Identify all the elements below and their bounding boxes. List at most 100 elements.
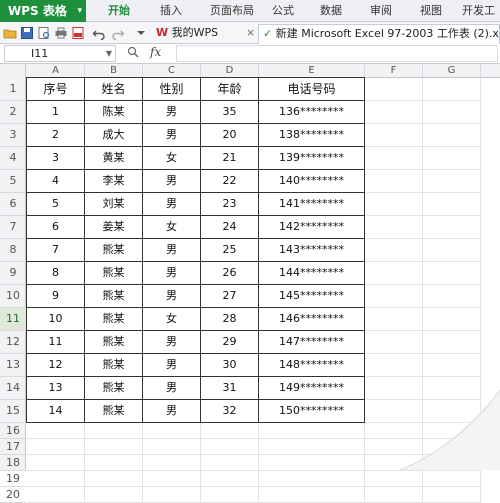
table-cell[interactable]: 25 — [201, 239, 259, 262]
table-cell[interactable] — [365, 308, 423, 331]
table-cell[interactable]: 成大 — [85, 124, 143, 147]
select-all-corner[interactable] — [0, 64, 26, 78]
table-cell[interactable]: 熊某 — [85, 308, 143, 331]
table-cell[interactable]: 熊某 — [85, 377, 143, 400]
table-cell[interactable]: 3 — [27, 147, 85, 170]
table-cell[interactable]: 29 — [201, 331, 259, 354]
table-cell[interactable]: 13 — [27, 377, 85, 400]
table-cell[interactable] — [423, 354, 481, 377]
table-cell[interactable] — [259, 487, 365, 503]
table-cell[interactable]: 5 — [27, 193, 85, 216]
column-header-a[interactable]: A — [27, 64, 85, 78]
row-header[interactable]: 17 — [0, 439, 26, 455]
row-header[interactable]: 1 — [0, 78, 26, 101]
table-cell[interactable]: 21 — [201, 147, 259, 170]
column-header-d[interactable]: D — [201, 64, 259, 78]
open-folder-icon[interactable] — [3, 26, 17, 40]
table-cell[interactable]: 4 — [27, 170, 85, 193]
table-cell[interactable]: 14 — [27, 400, 85, 423]
menu-item-developer[interactable]: 开发工 — [462, 0, 495, 22]
row-header[interactable]: 10 — [0, 285, 26, 308]
table-cell[interactable]: 142******** — [259, 216, 365, 239]
table-cell[interactable] — [423, 262, 481, 285]
spreadsheet-grid[interactable]: A B C D E F G 1 2 3 4 5 6 7 8 9 10 11 12 13 14 15 16 17 1… — [0, 64, 500, 503]
table-cell[interactable] — [365, 193, 423, 216]
table-cell[interactable]: 女 — [143, 147, 201, 170]
row-header[interactable]: 6 — [0, 193, 26, 216]
row-header[interactable]: 12 — [0, 331, 26, 354]
table-cell[interactable]: 陈某 — [85, 101, 143, 124]
table-cell[interactable]: 熊某 — [85, 354, 143, 377]
table-cell[interactable]: 145******** — [259, 285, 365, 308]
table-cell[interactable]: 31 — [201, 377, 259, 400]
table-cell[interactable]: 8 — [27, 262, 85, 285]
undo-icon[interactable] — [92, 26, 106, 41]
table-cell[interactable]: 2 — [27, 124, 85, 147]
table-cell[interactable]: 男 — [143, 124, 201, 147]
table-cell[interactable] — [423, 78, 481, 101]
table-cell[interactable]: 28 — [201, 308, 259, 331]
row-header[interactable]: 2 — [0, 101, 26, 124]
menu-item-data[interactable]: 数据 — [320, 0, 342, 22]
table-cell[interactable] — [201, 487, 259, 503]
table-cell[interactable]: 139******** — [259, 147, 365, 170]
table-cell[interactable]: 20 — [201, 124, 259, 147]
search-icon[interactable] — [127, 46, 139, 61]
column-header-e[interactable]: E — [259, 64, 365, 78]
row-header[interactable]: 16 — [0, 423, 26, 439]
table-cell[interactable]: 7 — [27, 239, 85, 262]
table-cell[interactable] — [365, 170, 423, 193]
column-header-c[interactable]: C — [143, 64, 201, 78]
menu-item-page-layout[interactable]: 页面布局 — [210, 0, 254, 22]
table-cell[interactable] — [85, 439, 143, 455]
row-header[interactable]: 4 — [0, 147, 26, 170]
table-cell[interactable] — [365, 331, 423, 354]
table-header-cell[interactable]: 姓名 — [85, 78, 143, 101]
row-header[interactable]: 7 — [0, 216, 26, 239]
table-cell[interactable]: 150******** — [259, 400, 365, 423]
table-cell[interactable]: 男 — [143, 331, 201, 354]
table-cell[interactable]: 黄某 — [85, 147, 143, 170]
row-header[interactable]: 11 — [0, 308, 26, 331]
table-cell[interactable]: 男 — [143, 377, 201, 400]
table-cell[interactable] — [365, 101, 423, 124]
table-cell[interactable]: 熊某 — [85, 239, 143, 262]
table-cell[interactable]: 143******** — [259, 239, 365, 262]
table-cell[interactable]: 熊某 — [85, 285, 143, 308]
table-cell[interactable]: 女 — [143, 308, 201, 331]
table-cell[interactable] — [85, 471, 143, 487]
table-cell[interactable]: 26 — [201, 262, 259, 285]
table-cell[interactable]: 男 — [143, 262, 201, 285]
table-cell[interactable] — [365, 487, 423, 503]
table-cell[interactable] — [365, 262, 423, 285]
save-icon[interactable] — [20, 26, 34, 40]
table-cell[interactable]: 147******** — [259, 331, 365, 354]
table-cell[interactable] — [143, 423, 201, 439]
table-cell[interactable] — [365, 216, 423, 239]
table-cell[interactable] — [201, 423, 259, 439]
column-header-b[interactable]: B — [85, 64, 143, 78]
row-header[interactable]: 9 — [0, 262, 26, 285]
table-cell[interactable]: 9 — [27, 285, 85, 308]
menu-item-review[interactable]: 审阅 — [370, 0, 392, 22]
table-cell[interactable] — [423, 331, 481, 354]
table-cell[interactable]: 27 — [201, 285, 259, 308]
table-cell[interactable]: 140******** — [259, 170, 365, 193]
formula-input[interactable] — [176, 45, 498, 62]
table-cell[interactable] — [85, 455, 143, 471]
table-cell[interactable] — [143, 471, 201, 487]
table-cell[interactable] — [27, 471, 85, 487]
table-header-cell[interactable]: 年龄 — [201, 78, 259, 101]
row-header[interactable]: 18 — [0, 455, 26, 471]
print-icon[interactable] — [54, 26, 68, 40]
table-header-cell[interactable]: 电话号码 — [259, 78, 365, 101]
row-header[interactable]: 20 — [0, 487, 26, 503]
table-cell[interactable]: 32 — [201, 400, 259, 423]
table-cell[interactable] — [423, 487, 481, 503]
table-cell[interactable] — [365, 124, 423, 147]
table-cell[interactable]: 146******** — [259, 308, 365, 331]
table-cell[interactable] — [259, 471, 365, 487]
table-cell[interactable]: 男 — [143, 354, 201, 377]
table-cell[interactable]: 熊某 — [85, 400, 143, 423]
table-cell[interactable]: 11 — [27, 331, 85, 354]
